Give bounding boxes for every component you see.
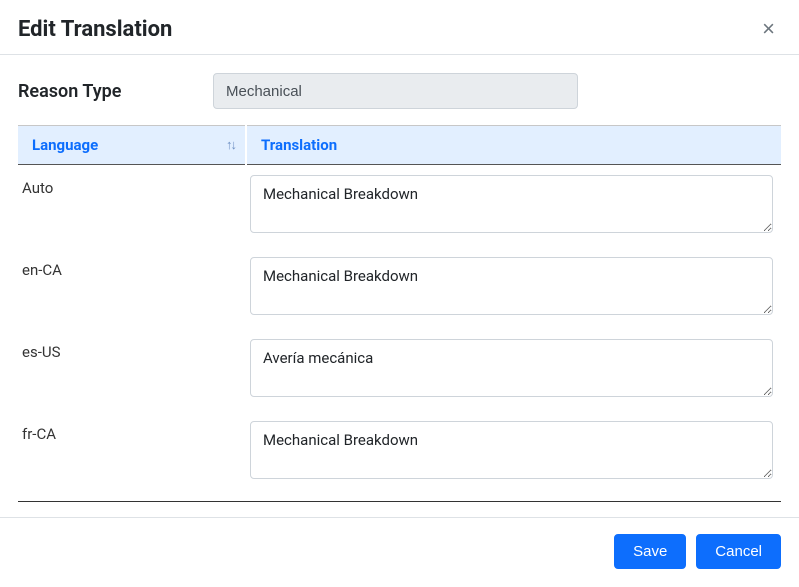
table-row: fr-CA [18, 411, 781, 502]
translations-table: Language ↑↓ Translation Auto en-CA [18, 125, 781, 502]
edit-translation-dialog: Edit Translation × Reason Type Language … [0, 0, 799, 587]
column-header-language-label: Language [32, 136, 98, 154]
language-cell: fr-CA [18, 411, 246, 502]
reason-type-field [213, 73, 578, 109]
dialog-footer: Save Cancel [0, 517, 799, 587]
table-row: Auto [18, 165, 781, 248]
reason-type-row: Reason Type [18, 73, 781, 109]
translation-input[interactable] [250, 175, 773, 233]
save-button[interactable]: Save [614, 534, 686, 569]
language-cell: es-US [18, 329, 246, 411]
column-header-translation[interactable]: Translation [246, 126, 781, 165]
column-header-language[interactable]: Language ↑↓ [18, 126, 246, 165]
dialog-body: Reason Type Language ↑↓ Translation Auto [0, 55, 799, 517]
translation-input[interactable] [250, 421, 773, 479]
close-icon[interactable]: × [756, 16, 781, 42]
language-cell: Auto [18, 165, 246, 248]
table-row: en-CA [18, 247, 781, 329]
translation-input[interactable] [250, 257, 773, 315]
reason-type-label: Reason Type [18, 81, 213, 102]
cancel-button[interactable]: Cancel [696, 534, 781, 569]
sort-icon: ↑↓ [226, 137, 235, 153]
language-cell: en-CA [18, 247, 246, 329]
dialog-title: Edit Translation [18, 17, 172, 42]
translation-input[interactable] [250, 339, 773, 397]
dialog-header: Edit Translation × [0, 0, 799, 55]
table-row: es-US [18, 329, 781, 411]
column-header-translation-label: Translation [261, 136, 337, 154]
